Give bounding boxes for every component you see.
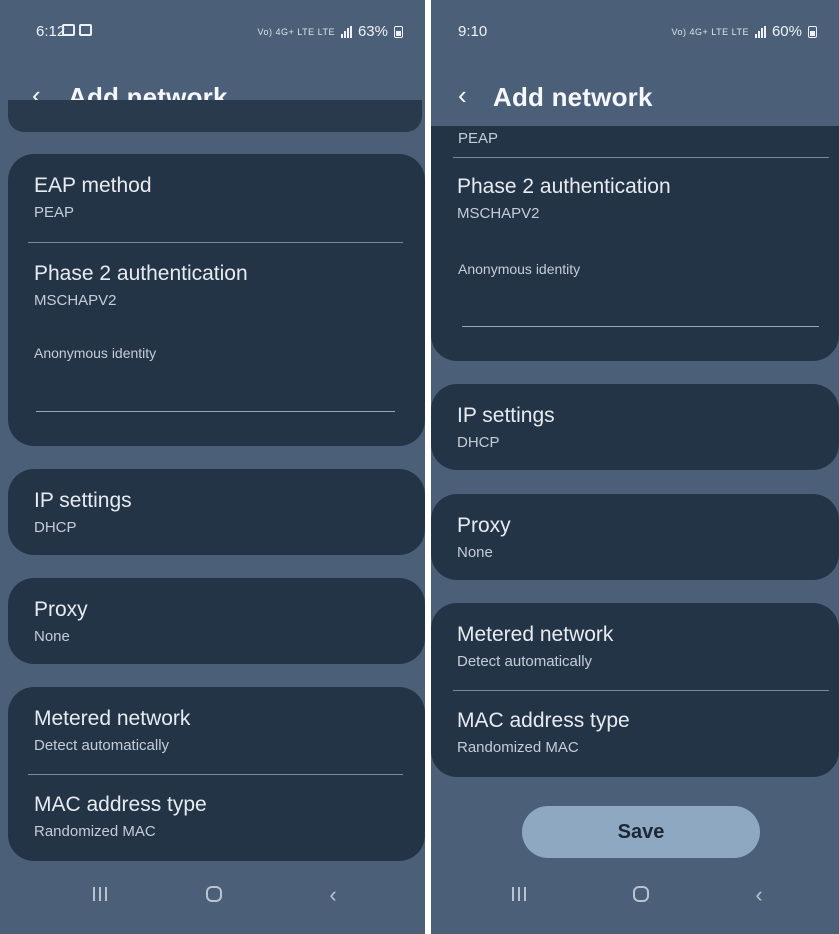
status-bar: 9:10 Vo) 4G+ LTE LTE 60% [431, 0, 839, 60]
gallery-icon [62, 24, 75, 36]
status-time: 6:12 [36, 23, 66, 40]
anonymous-identity-input[interactable] [462, 326, 819, 327]
signal-icon [340, 25, 352, 38]
home-icon[interactable] [621, 884, 661, 908]
mac-address-title: MAC address type [34, 793, 207, 816]
save-button[interactable]: Save [522, 806, 760, 858]
divider [28, 242, 403, 243]
phase2-title: Phase 2 authentication [457, 175, 671, 198]
metered-row[interactable]: Metered network Detect automatically [457, 623, 819, 670]
navigation-bar: ‹ [0, 874, 425, 934]
eap-method-row[interactable]: EAP method PEAP [34, 174, 405, 221]
status-right: Vo) 4G+ LTE LTE 63% [258, 23, 403, 40]
proxy-row[interactable]: Proxy None [457, 514, 819, 561]
security-card-edge [8, 100, 422, 132]
proxy-title: Proxy [34, 598, 88, 621]
mac-address-title: MAC address type [457, 709, 630, 732]
phase2-row[interactable]: Phase 2 authentication MSCHAPV2 [34, 262, 405, 309]
proxy-card: Proxy None [431, 494, 839, 580]
status-time: 9:10 [458, 23, 488, 40]
back-chevron-icon[interactable]: ‹ [458, 82, 467, 108]
message-icon [79, 24, 92, 36]
phase2-row[interactable]: Phase 2 authentication MSCHAPV2 [457, 175, 819, 222]
mac-address-value: Randomized MAC [34, 823, 156, 840]
battery-icon [808, 25, 817, 38]
mac-address-row[interactable]: MAC address type Randomized MAC [34, 793, 405, 840]
eap-method-value: PEAP [34, 204, 75, 221]
metered-title: Metered network [34, 707, 191, 730]
eap-method-title: EAP method [34, 174, 152, 197]
proxy-row[interactable]: Proxy None [34, 598, 405, 645]
signal-icon [754, 25, 766, 38]
phase2-value: MSCHAPV2 [457, 205, 540, 222]
phase2-value: MSCHAPV2 [34, 292, 117, 309]
mac-address-value: Randomized MAC [457, 739, 579, 756]
eap-card: PEAP Phase 2 authentication MSCHAPV2 Ano… [431, 126, 839, 361]
network-type-indicator: Vo) 4G+ LTE LTE [671, 26, 749, 37]
proxy-title: Proxy [457, 514, 511, 537]
divider [453, 690, 829, 691]
mac-address-row[interactable]: MAC address type Randomized MAC [457, 709, 819, 756]
proxy-value: None [457, 544, 493, 561]
battery-percent: 60% [771, 23, 802, 40]
ip-settings-row[interactable]: IP settings DHCP [34, 489, 405, 536]
left-phone-screen: 6:12 Vo) 4G+ LTE LTE 63% ‹ Add network E… [0, 0, 425, 934]
right-phone-screen: 9:10 Vo) 4G+ LTE LTE 60% ‹ Add network P… [431, 0, 839, 934]
ip-settings-value: DHCP [457, 434, 500, 451]
anonymous-identity-label: Anonymous identity [458, 261, 581, 277]
advanced-card: Metered network Detect automatically MAC… [8, 687, 425, 861]
advanced-card: Metered network Detect automatically MAC… [431, 603, 839, 777]
anonymous-identity-input[interactable] [36, 411, 395, 412]
nav-back-icon[interactable]: ‹ [313, 884, 353, 908]
divider [28, 774, 403, 775]
ip-settings-card: IP settings DHCP [8, 469, 425, 555]
metered-value: Detect automatically [34, 737, 170, 754]
battery-icon [394, 25, 403, 38]
metered-title: Metered network [457, 623, 614, 646]
proxy-card: Proxy None [8, 578, 425, 664]
eap-method-value-cut: PEAP [458, 130, 499, 147]
title-bar: ‹ Add network [431, 74, 839, 118]
metered-value: Detect automatically [457, 653, 593, 670]
battery-percent: 63% [357, 23, 388, 40]
ip-settings-row[interactable]: IP settings DHCP [457, 404, 819, 451]
ip-settings-title: IP settings [34, 489, 132, 512]
divider [453, 157, 829, 158]
proxy-value: None [34, 628, 70, 645]
navigation-bar: ‹ [431, 874, 839, 934]
phase2-title: Phase 2 authentication [34, 262, 248, 285]
nav-back-icon[interactable]: ‹ [739, 884, 779, 908]
page-title: Add network [493, 82, 653, 112]
home-icon[interactable] [194, 884, 234, 908]
status-bar: 6:12 Vo) 4G+ LTE LTE 63% [0, 0, 425, 60]
ip-settings-title: IP settings [457, 404, 555, 427]
anonymous-identity-label: Anonymous identity [34, 345, 157, 361]
network-type-indicator: Vo) 4G+ LTE LTE [257, 26, 335, 37]
recents-icon[interactable] [499, 884, 539, 907]
eap-card: EAP method PEAP Phase 2 authentication M… [8, 154, 425, 446]
ip-settings-card: IP settings DHCP [431, 384, 839, 470]
status-right: Vo) 4G+ LTE LTE 60% [672, 23, 817, 40]
notification-icons [62, 24, 92, 36]
metered-row[interactable]: Metered network Detect automatically [34, 707, 405, 754]
recents-icon[interactable] [80, 884, 120, 907]
ip-settings-value: DHCP [34, 519, 77, 536]
